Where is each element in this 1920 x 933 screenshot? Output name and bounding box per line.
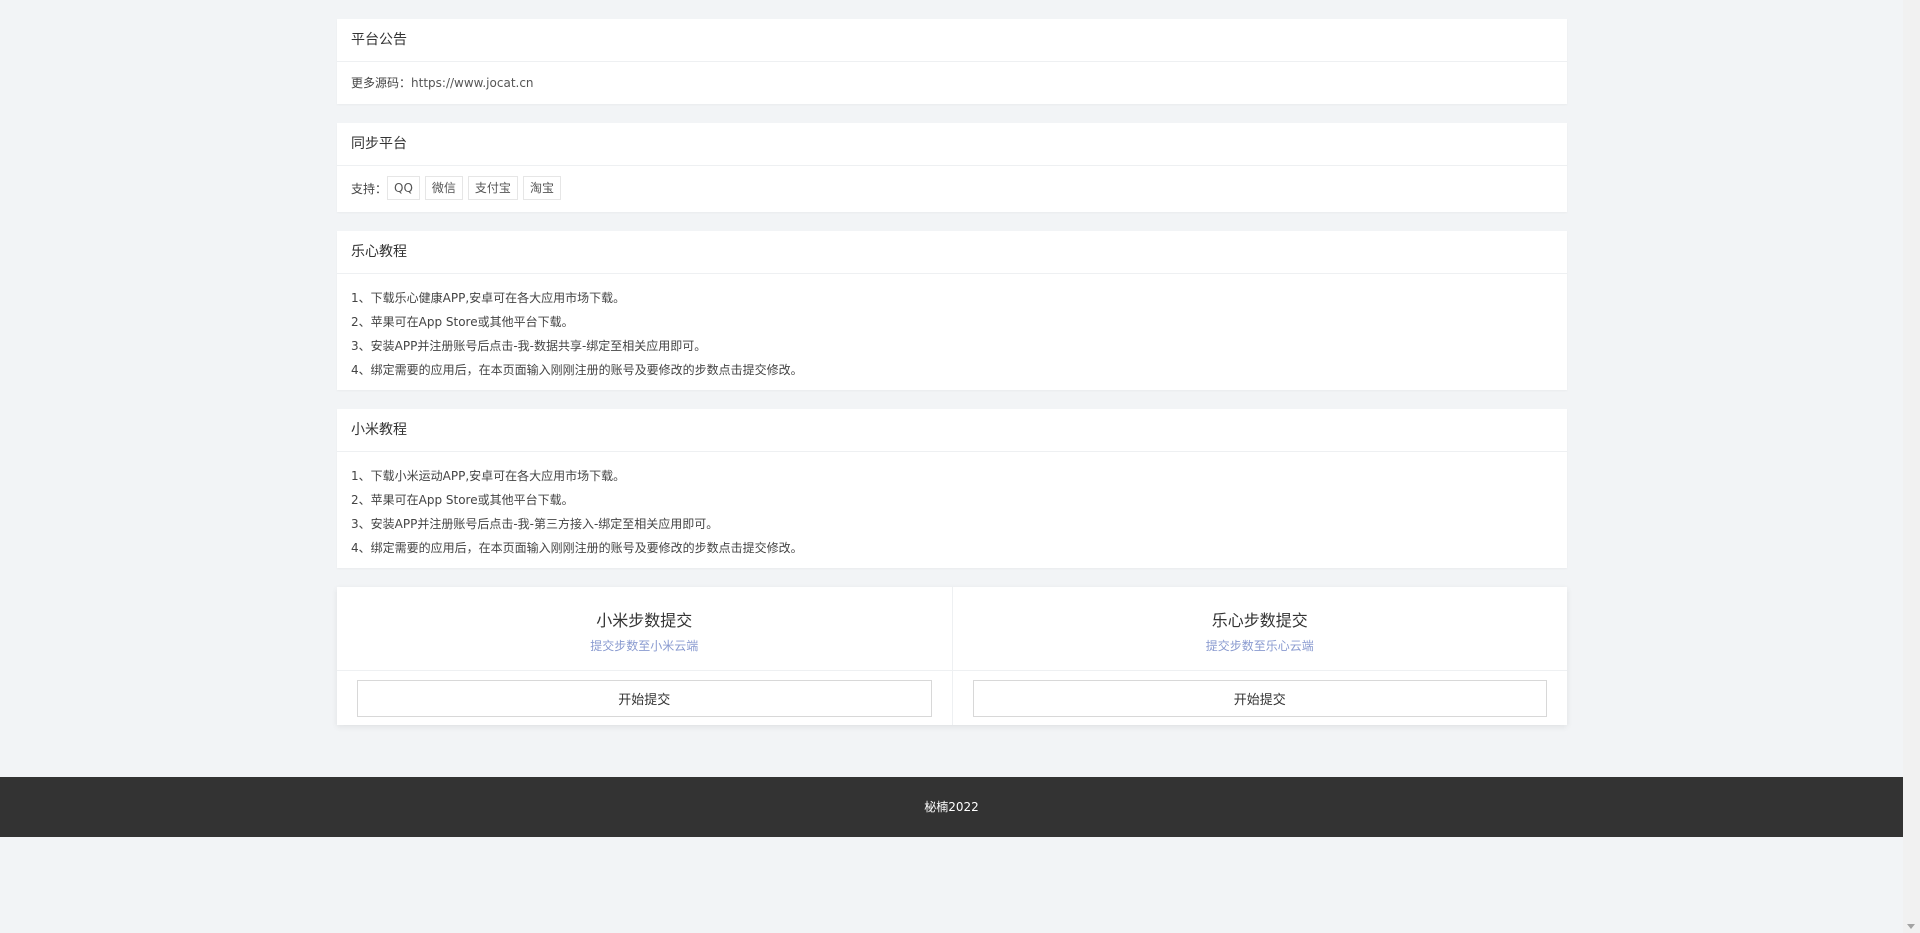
lexin-tutorial-title: 乐心教程 xyxy=(337,231,1567,274)
lexin-step-3: 3、安装APP并注册账号后点击-我-数据共享-绑定至相关应用即可。 xyxy=(351,339,707,353)
platform-tag-alipay: 支付宝 xyxy=(467,176,518,200)
lexin-submit-header: 乐心步数提交 提交步数至乐心云端 xyxy=(952,587,1567,671)
xiaomi-tutorial-steps: 1、下载小米运动APP,安卓可在各大应用市场下载。 2、苹果可在App Stor… xyxy=(337,452,1567,568)
scroll-down-arrow-icon[interactable] xyxy=(1907,924,1915,929)
xiaomi-step-1: 1、下载小米运动APP,安卓可在各大应用市场下载。 xyxy=(351,469,626,483)
xiaomi-submit-header: 小米步数提交 提交步数至小米云端 xyxy=(337,587,952,671)
xiaomi-submit-footer: 开始提交 xyxy=(337,671,952,725)
lexin-submit-subtitle: 提交步数至乐心云端 xyxy=(1205,639,1314,653)
platform-title: 同步平台 xyxy=(337,123,1567,166)
xiaomi-tutorial-title: 小米教程 xyxy=(337,409,1567,452)
lexin-submit-panel: 乐心步数提交 提交步数至乐心云端 开始提交 xyxy=(952,587,1568,725)
platform-tag-taobao: 淘宝 xyxy=(522,176,561,200)
platform-label: 支持： xyxy=(351,181,388,196)
source-link[interactable]: https://www.jocat.cn xyxy=(411,76,534,90)
xiaomi-start-submit-button[interactable]: 开始提交 xyxy=(357,680,932,717)
notice-title: 平台公告 xyxy=(337,19,1567,62)
xiaomi-step-4: 4、绑定需要的应用后，在本页面输入刚刚注册的账号及要修改的步数点击提交修改。 xyxy=(351,541,803,555)
notice-body: 更多源码：https://www.jocat.cn xyxy=(337,62,1567,104)
xiaomi-tutorial-card: 小米教程 1、下载小米运动APP,安卓可在各大应用市场下载。 2、苹果可在App… xyxy=(337,409,1567,568)
footer-copyright: 柲楠2022 xyxy=(924,800,979,814)
platform-tag-qq: QQ xyxy=(387,176,420,200)
xiaomi-step-2: 2、苹果可在App Store或其他平台下载。 xyxy=(351,493,574,507)
main-container: 平台公告 更多源码：https://www.jocat.cn 同步平台 支持： … xyxy=(337,19,1567,725)
xiaomi-submit-title: 小米步数提交 xyxy=(596,611,693,630)
platform-body: 支持： QQ 微信 支付宝 淘宝 xyxy=(337,166,1567,212)
page-footer: 柲楠2022 xyxy=(0,777,1903,837)
lexin-tutorial-steps: 1、下载乐心健康APP,安卓可在各大应用市场下载。 2、苹果可在App Stor… xyxy=(337,274,1567,390)
platform-tag-wechat: 微信 xyxy=(424,176,463,200)
xiaomi-step-3: 3、安装APP并注册账号后点击-我-第三方接入-绑定至相关应用即可。 xyxy=(351,517,719,531)
notice-card: 平台公告 更多源码：https://www.jocat.cn xyxy=(337,19,1567,104)
lexin-submit-title: 乐心步数提交 xyxy=(1211,611,1308,630)
vertical-scrollbar[interactable] xyxy=(1903,0,1920,933)
lexin-submit-footer: 开始提交 xyxy=(953,671,1568,725)
submit-row: 小米步数提交 提交步数至小米云端 开始提交 乐心步数提交 提交步数至乐心云端 开… xyxy=(337,587,1567,725)
lexin-step-2: 2、苹果可在App Store或其他平台下载。 xyxy=(351,315,574,329)
xiaomi-submit-subtitle: 提交步数至小米云端 xyxy=(590,639,699,653)
platform-card: 同步平台 支持： QQ 微信 支付宝 淘宝 xyxy=(337,123,1567,212)
lexin-tutorial-card: 乐心教程 1、下载乐心健康APP,安卓可在各大应用市场下载。 2、苹果可在App… xyxy=(337,231,1567,390)
lexin-step-1: 1、下载乐心健康APP,安卓可在各大应用市场下载。 xyxy=(351,291,626,305)
xiaomi-submit-panel: 小米步数提交 提交步数至小米云端 开始提交 xyxy=(337,587,953,725)
notice-label: 更多源码： xyxy=(351,76,412,90)
lexin-step-4: 4、绑定需要的应用后，在本页面输入刚刚注册的账号及要修改的步数点击提交修改。 xyxy=(351,363,803,377)
lexin-start-submit-button[interactable]: 开始提交 xyxy=(972,680,1547,717)
